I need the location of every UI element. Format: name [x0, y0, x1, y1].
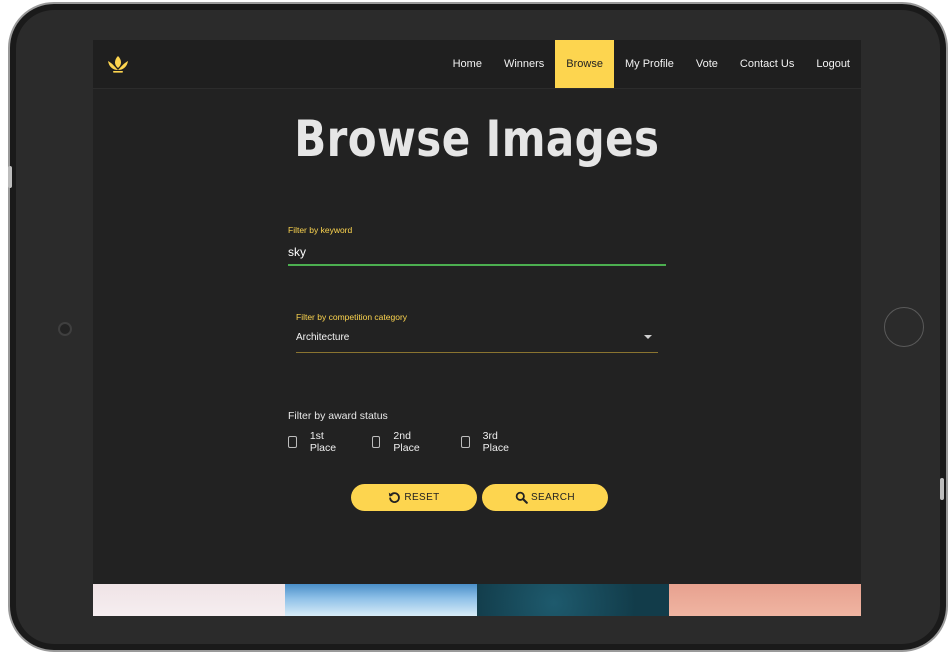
checkbox-2nd-place[interactable]: 2nd Place: [372, 430, 423, 454]
search-label: SEARCH: [530, 492, 576, 503]
checkbox-box[interactable]: [372, 436, 381, 448]
search-icon: [515, 491, 528, 504]
front-camera: [58, 322, 72, 336]
page-title: Browse Images: [294, 110, 660, 168]
nav-my-profile[interactable]: My Profile: [614, 40, 685, 88]
nav-contact-us[interactable]: Contact Us: [729, 40, 805, 88]
checkbox-label: 1st Place: [309, 430, 337, 454]
nav-winners[interactable]: Winners: [493, 40, 555, 88]
search-button[interactable]: SEARCH: [482, 484, 608, 511]
image-gallery: [93, 584, 861, 616]
lotus-icon[interactable]: [107, 55, 129, 73]
checkbox-1st-place[interactable]: 1st Place: [288, 430, 339, 454]
home-button[interactable]: [884, 307, 924, 347]
checkbox-box[interactable]: [288, 436, 297, 448]
award-status-label: Filter by award status: [288, 410, 388, 422]
gallery-image[interactable]: [477, 584, 669, 616]
gallery-image[interactable]: [93, 584, 285, 616]
nav-vote[interactable]: Vote: [685, 40, 729, 88]
gallery-image[interactable]: [285, 584, 477, 616]
checkbox-box[interactable]: [461, 436, 470, 448]
category-selected-value: Architecture: [296, 332, 350, 343]
checkbox-label: 3rd Place: [482, 430, 509, 454]
reset-button[interactable]: RESET: [351, 484, 477, 511]
dropdown-caret-icon: [644, 335, 652, 339]
nav-browse[interactable]: Browse: [555, 40, 614, 88]
reset-label: RESET: [404, 492, 440, 503]
volume-button: [8, 166, 12, 188]
nav-menu: Home Winners Browse My Profile Vote Cont…: [442, 40, 861, 88]
navbar: Home Winners Browse My Profile Vote Cont…: [93, 40, 861, 89]
checkbox-3rd-place[interactable]: 3rd Place: [461, 430, 512, 454]
checkbox-label: 2nd Place: [393, 430, 420, 454]
category-label: Filter by competition category: [296, 312, 408, 322]
reset-icon: [389, 492, 401, 503]
gallery-image[interactable]: [669, 584, 861, 616]
nav-home[interactable]: Home: [442, 40, 493, 88]
power-button: [940, 478, 944, 500]
nav-logout[interactable]: Logout: [805, 40, 861, 88]
category-select[interactable]: Architecture: [296, 327, 658, 353]
app-screen: Home Winners Browse My Profile Vote Cont…: [93, 40, 861, 616]
keyword-input[interactable]: [288, 240, 666, 266]
keyword-label: Filter by keyword: [288, 225, 353, 235]
